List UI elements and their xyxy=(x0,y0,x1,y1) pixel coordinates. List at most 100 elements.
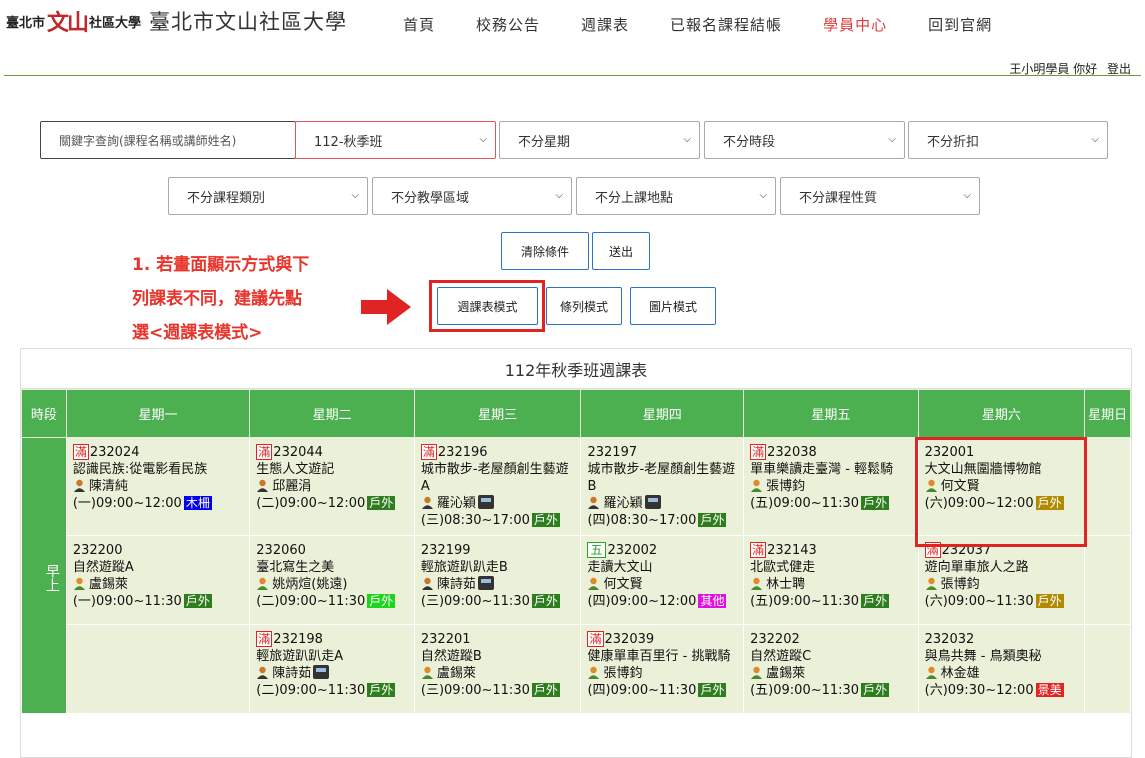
full-badge: 滿 xyxy=(72,444,89,460)
full-badge: 滿 xyxy=(420,444,437,460)
site-title: 臺北市文山社區大學 xyxy=(149,10,348,34)
time-select[interactable]: 不分時段 ⌵ xyxy=(704,121,905,159)
course-name[interactable]: 輕旅遊趴趴走B xyxy=(421,559,575,576)
teacher-icon xyxy=(257,666,269,679)
nav-checkout[interactable]: 已報名課程結帳 xyxy=(670,14,782,35)
picture-mode-button[interactable]: 圖片模式 xyxy=(630,287,716,325)
course-name[interactable]: 自然遊蹤C xyxy=(750,648,912,665)
teacher-line: 何文賢 xyxy=(587,576,737,593)
discount-select[interactable]: 不分折扣 ⌵ xyxy=(908,121,1108,159)
site-logo[interactable]: 臺北市 文山 社區大學 臺北市文山社區大學 xyxy=(6,6,347,36)
header-day: 星期二 xyxy=(249,389,415,438)
teacher-icon xyxy=(588,666,600,679)
course-cell[interactable]: 232200 自然遊蹤A 盧錫萊 (一)09:00~11:30 戶外 xyxy=(65,535,251,625)
teacher-line: 張博鈞 xyxy=(587,665,737,682)
teacher-name: 張博鈞 xyxy=(766,479,806,494)
course-cell[interactable]: 滿 232044 生態人文遊記 邱麗涓 (二)09:00~12:00 戶外 xyxy=(249,437,415,536)
time-line: (四)08:30~17:00 戶外 xyxy=(587,512,737,529)
course-code-line: 232197 xyxy=(587,444,737,461)
course-cell[interactable]: 滿 232037 遊向單車旅人之路 張博鈞 (六)09:00~11:30 戶外 xyxy=(917,535,1086,625)
course-cell[interactable]: 滿 232038 單車樂讀走臺灣 - 輕鬆騎 張博鈞 (五)09:00~11:30 戶外 xyxy=(743,437,919,536)
area-select[interactable]: 不分教學區域 ⌵ xyxy=(372,177,572,215)
nav-home[interactable]: 首頁 xyxy=(403,14,435,35)
teacher-line: 陳清純 xyxy=(73,478,243,495)
course-name[interactable]: 城市散步-老屋顏創生藝遊B xyxy=(587,461,737,495)
location-tag: 戶外 xyxy=(367,683,396,697)
course-name[interactable]: 生態人文遊記 xyxy=(256,461,408,478)
course-cell[interactable]: 滿 232143 北歐式健走 林士聘 (五)09:00~11:30 戶外 xyxy=(743,535,919,625)
course-code-line: 滿 232024 xyxy=(72,444,243,461)
area-value: 不分教學區域 xyxy=(391,190,470,206)
keyword-search-input[interactable]: 關鍵字查詢(課程名稱或講師姓名) xyxy=(40,121,296,159)
teacher-name: 盧錫萊 xyxy=(436,666,476,681)
course-name[interactable]: 城市散步-老屋顏創生藝遊A xyxy=(421,461,575,495)
course-name[interactable]: 遊向單車旅人之路 xyxy=(925,559,1079,576)
course-cell[interactable]: 滿 232024 認識民族:從電影看民族 陳清純 (一)09:00~12:00 木柵 xyxy=(65,437,251,536)
course-code: 232200 xyxy=(72,543,123,558)
course-code-line: 232202 xyxy=(750,631,912,648)
course-name[interactable]: 走讀大文山 xyxy=(587,559,737,576)
location-tag: 其他 xyxy=(698,594,727,608)
course-cell[interactable]: 232197 城市散步-老屋顏創生藝遊B 羅沁穎 (四)08:30~17:00 戶外 xyxy=(580,437,745,536)
course-name[interactable]: 與鳥共舞 - 鳥類奧秘 xyxy=(925,648,1079,665)
course-cell[interactable]: 滿 232196 城市散步-老屋顏創生藝遊A 羅沁穎 (三)08:30~17:00 戶外 xyxy=(413,437,582,536)
user-greeting: 王小明學員 你好 xyxy=(1009,62,1098,76)
teacher-line: 張博鈞 xyxy=(750,478,912,495)
course-name[interactable]: 單車樂讀走臺灣 - 輕鬆騎 xyxy=(750,461,912,478)
course-cell[interactable]: 五 232002 走讀大文山 何文賢 (四)09:00~12:00 其他 xyxy=(580,535,745,625)
chevron-down-icon: ⌵ xyxy=(759,190,767,201)
list-mode-button[interactable]: 條列模式 xyxy=(546,287,622,325)
course-name[interactable]: 健康單車百里行 - 挑戰騎 xyxy=(587,648,737,665)
course-code-line: 滿 232044 xyxy=(256,444,408,461)
header-divider xyxy=(4,75,1141,76)
annotation-line-1: 1. 若畫面顯示方式與下 xyxy=(132,255,310,275)
clear-button[interactable]: 清除條件 xyxy=(501,232,589,270)
time-line: (四)09:00~11:30 戶外 xyxy=(587,682,737,699)
course-time: (六)09:30~12:00 xyxy=(924,683,1034,698)
course-code-line: 滿 232039 xyxy=(587,631,737,648)
location-value: 不分上課地點 xyxy=(595,190,674,206)
teacher-line: 陳詩茹 xyxy=(421,576,575,593)
header-day: 星期六 xyxy=(917,389,1086,438)
course-code-line: 232201 xyxy=(421,631,575,648)
annotation-line-3: 選<週課表模式> xyxy=(132,323,263,343)
timetable-title: 112年秋季班週課表 xyxy=(21,349,1131,389)
chevron-down-icon: ⌵ xyxy=(1091,134,1099,145)
course-name[interactable]: 北歐式健走 xyxy=(750,559,912,576)
weekly-mode-button[interactable]: 週課表模式 xyxy=(437,287,538,325)
course-cell[interactable]: 232199 輕旅遊趴趴走B 陳詩茹 (三)09:00~11:30 戶外 xyxy=(413,535,582,625)
teacher-icon xyxy=(751,479,763,492)
course-name[interactable]: 輕旅遊趴趴走A xyxy=(256,648,408,665)
course-name[interactable]: 認識民族:從電影看民族 xyxy=(73,461,243,478)
course-cell[interactable]: 232032 與鳥共舞 - 鳥類奧秘 林金雄 (六)09:30~12:00 景美 xyxy=(917,624,1086,714)
teacher-icon xyxy=(751,666,763,679)
nav-member-center[interactable]: 學員中心 xyxy=(823,14,887,35)
teacher-name: 盧錫萊 xyxy=(766,666,806,681)
course-cell[interactable]: 滿 232039 健康單車百里行 - 挑戰騎 張博鈞 (四)09:00~11:30 戶外 xyxy=(580,624,745,714)
nature-select[interactable]: 不分課程性質 ⌵ xyxy=(780,177,980,215)
course-time: (三)09:00~11:30 xyxy=(420,683,530,698)
submit-button[interactable]: 送出 xyxy=(592,232,650,270)
course-name[interactable]: 臺北寫生之美 xyxy=(256,559,408,576)
course-code: 232024 xyxy=(89,445,140,460)
bus-icon xyxy=(477,495,494,509)
course-time: (五)09:00~11:30 xyxy=(750,594,860,609)
course-name[interactable]: 自然遊蹤B xyxy=(421,648,575,665)
teacher-name: 林士聘 xyxy=(766,577,806,592)
nav-weekly-schedule[interactable]: 週課表 xyxy=(581,14,629,35)
course-cell[interactable]: 232060 臺北寫生之美 姚炳煊(姚遠) (二)09:00~11:30 戶外 xyxy=(249,535,415,625)
location-tag: 戶外 xyxy=(531,513,560,527)
course-name[interactable]: 自然遊蹤A xyxy=(73,559,243,576)
course-cell[interactable]: 232201 自然遊蹤B 盧錫萊 (三)09:00~11:30 戶外 xyxy=(413,624,582,714)
location-select[interactable]: 不分上課地點 ⌵ xyxy=(576,177,776,215)
course-code-line: 232060 xyxy=(256,542,408,559)
semester-select[interactable]: 112-秋季班 ⌵ xyxy=(295,121,496,159)
nav-official-site[interactable]: 回到官網 xyxy=(928,14,992,35)
nav-announcements[interactable]: 校務公告 xyxy=(476,14,540,35)
category-select[interactable]: 不分課程類別 ⌵ xyxy=(168,177,368,215)
course-cell[interactable]: 232202 自然遊蹤C 盧錫萊 (五)09:00~11:30 戶外 xyxy=(743,624,919,714)
course-time: (五)09:00~11:30 xyxy=(750,683,860,698)
logout-link[interactable]: 登出 xyxy=(1107,62,1131,76)
course-cell[interactable]: 滿 232198 輕旅遊趴趴走A 陳詩茹 (二)09:00~11:30 戶外 xyxy=(249,624,415,714)
weekday-select[interactable]: 不分星期 ⌵ xyxy=(499,121,700,159)
